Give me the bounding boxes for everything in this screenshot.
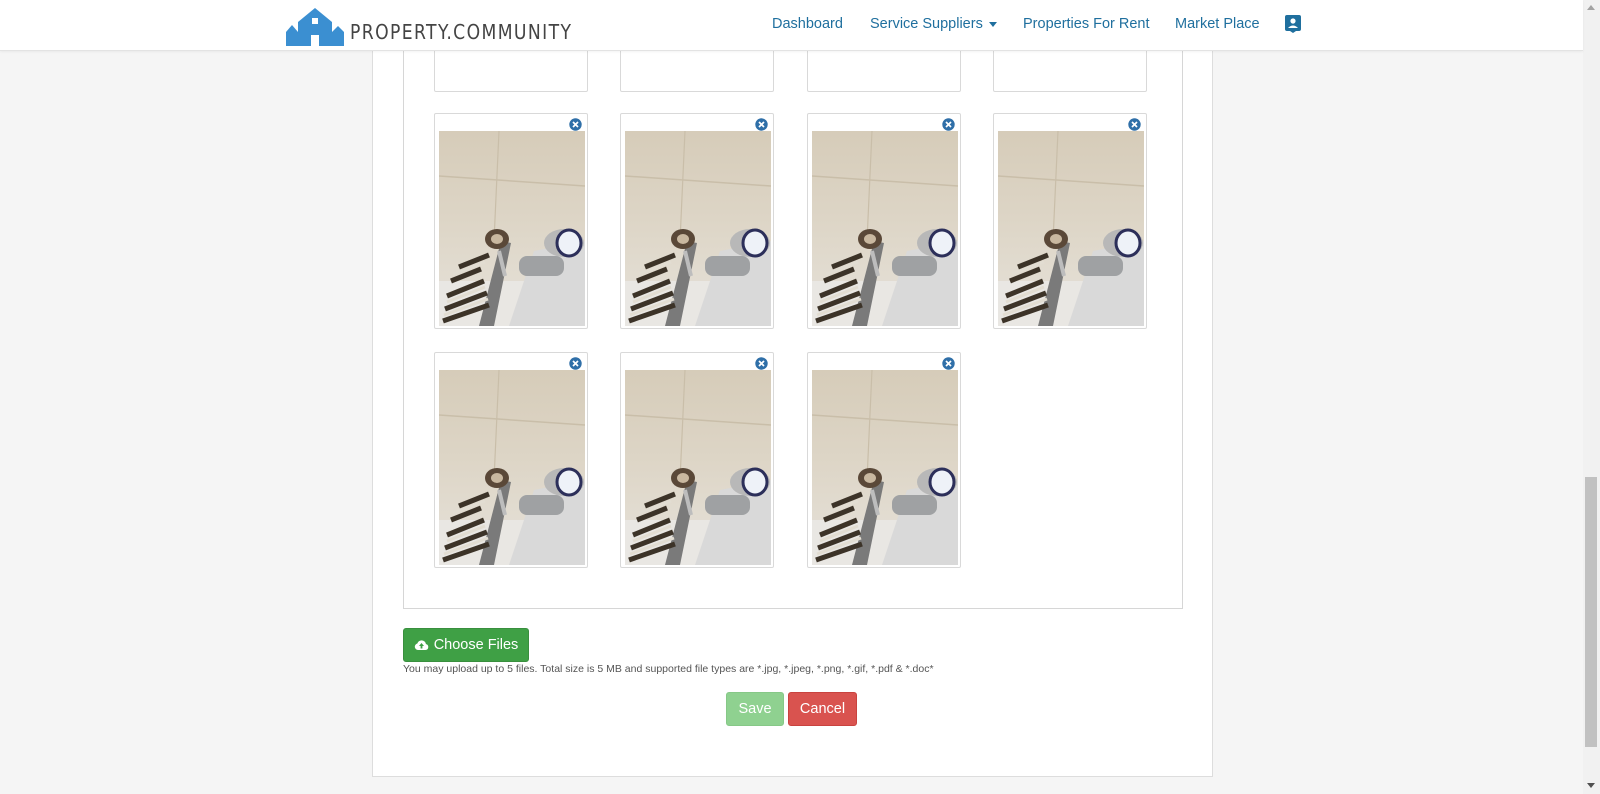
brand-name: PROPERTY.COMMUNITY <box>350 20 573 44</box>
close-circle-icon[interactable] <box>569 357 582 370</box>
close-circle-icon[interactable] <box>1128 118 1141 131</box>
scroll-down-arrow-icon[interactable] <box>1587 783 1595 788</box>
nav-market-place[interactable]: Market Place <box>1175 16 1260 32</box>
brand-logo[interactable]: PROPERTY.COMMUNITY <box>286 4 609 46</box>
close-circle-icon[interactable] <box>755 118 768 131</box>
uploaded-image <box>812 370 958 565</box>
image-thumbnail <box>620 352 774 568</box>
image-thumbnail <box>434 113 588 329</box>
close-circle-icon[interactable] <box>942 357 955 370</box>
image-thumbnail <box>620 113 774 329</box>
house-logo-icon <box>286 8 344 46</box>
uploaded-image <box>812 131 958 326</box>
scroll-up-arrow-icon[interactable] <box>1587 5 1595 10</box>
cloud-upload-icon <box>414 640 428 650</box>
close-circle-icon[interactable] <box>942 118 955 131</box>
chevron-down-icon <box>988 21 997 27</box>
cancel-button[interactable]: Cancel <box>788 692 857 726</box>
close-circle-icon[interactable] <box>569 118 582 131</box>
nav-service-suppliers[interactable]: Service Suppliers <box>870 16 997 32</box>
choose-files-label: Choose Files <box>433 637 519 653</box>
close-circle-icon[interactable] <box>755 357 768 370</box>
uploaded-image <box>625 131 771 326</box>
nav-service-suppliers-label: Service Suppliers <box>870 16 983 32</box>
save-button[interactable]: Save <box>726 692 784 726</box>
uploaded-image <box>625 370 771 565</box>
image-thumbnail <box>807 352 961 568</box>
contact-card-icon[interactable] <box>1285 15 1301 33</box>
vertical-scrollbar[interactable] <box>1583 0 1600 794</box>
scrollbar-thumb[interactable] <box>1585 477 1597 747</box>
nav-dashboard[interactable]: Dashboard <box>772 16 843 32</box>
image-thumbnail <box>807 113 961 329</box>
top-navbar: PROPERTY.COMMUNITY Dashboard Service Sup… <box>0 0 1583 51</box>
nav-properties-for-rent[interactable]: Properties For Rent <box>1023 16 1150 32</box>
choose-files-button[interactable]: Choose Files <box>403 628 529 662</box>
uploaded-image <box>439 370 585 565</box>
image-thumbnail <box>993 113 1147 329</box>
upload-instructions: You may upload up to 5 files. Total size… <box>403 663 934 675</box>
uploaded-image <box>439 131 585 326</box>
uploaded-image <box>998 131 1144 326</box>
image-thumbnail <box>434 352 588 568</box>
